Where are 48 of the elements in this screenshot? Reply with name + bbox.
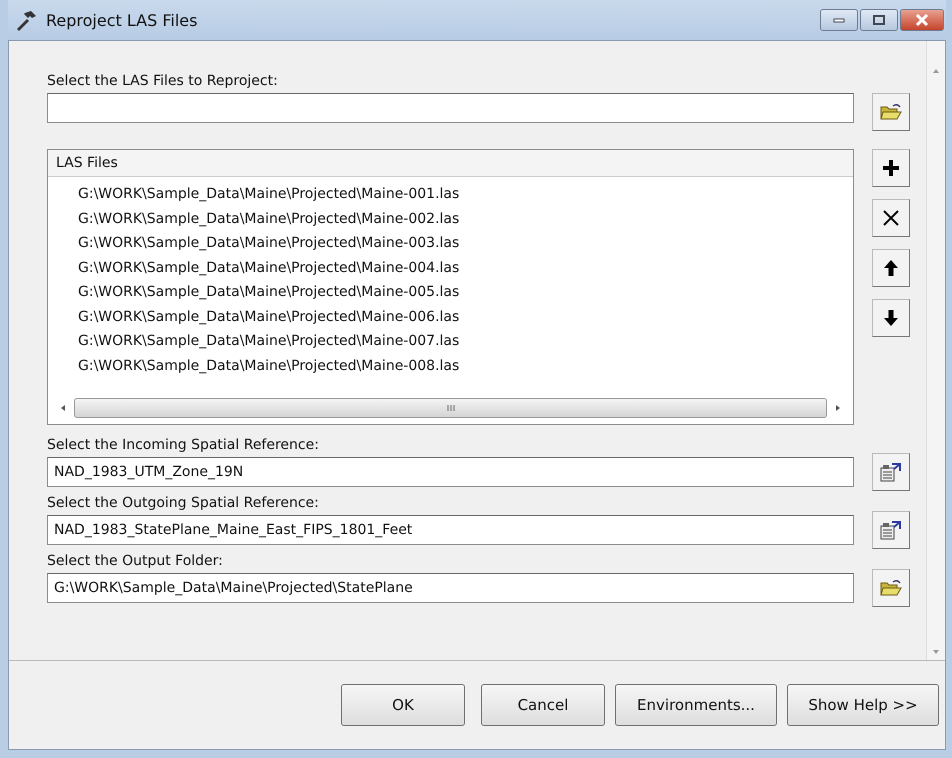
dialog-button[interactable]: Environments... xyxy=(615,684,777,726)
input-field[interactable] xyxy=(47,93,854,123)
field-label: Select the LAS Files to Reproject: xyxy=(47,72,279,91)
file-path[interactable]: G:\WORK\Sample_Data\Maine\Projected\Maine-006.las xyxy=(78,304,853,329)
spatial-reference-button[interactable] xyxy=(872,511,910,549)
field-label: Select the Outgoing Spatial Reference: xyxy=(47,494,320,513)
down-arrow-icon xyxy=(931,648,941,656)
input-field[interactable]: G:\WORK\Sample_Data\Maine\Projected\StatePlane xyxy=(47,573,854,603)
window-title: Reproject LAS Files xyxy=(46,10,198,30)
move-down-button[interactable] xyxy=(872,299,910,337)
input-field[interactable]: NAD_1983_UTM_Zone_19N xyxy=(47,457,854,487)
file-path[interactable]: G:\WORK\Sample_Data\Maine\Projected\Maine-002.las xyxy=(78,206,853,231)
folder-icon xyxy=(880,579,902,597)
properties-icon xyxy=(880,462,902,482)
add-button[interactable] xyxy=(872,149,910,187)
down-arrow-icon xyxy=(883,309,899,327)
grip-icon xyxy=(444,404,456,412)
close-button[interactable] xyxy=(900,9,944,31)
minimize-button[interactable] xyxy=(820,9,858,31)
properties-icon xyxy=(880,520,902,540)
up-arrow-icon xyxy=(931,67,941,75)
spatial-reference-button[interactable] xyxy=(872,453,910,491)
move-up-button[interactable] xyxy=(872,249,910,287)
up-arrow-icon xyxy=(883,259,899,277)
close-icon xyxy=(915,14,929,26)
field-label: Select the Output Folder: xyxy=(47,552,224,571)
file-path[interactable]: G:\WORK\Sample_Data\Maine\Projected\Maine-004.las xyxy=(78,256,853,280)
file-path[interactable]: G:\WORK\Sample_Data\Maine\Projected\Maine-005.las xyxy=(78,280,853,304)
browse-button[interactable] xyxy=(872,569,910,607)
file-path[interactable]: G:\WORK\Sample_Data\Maine\Projected\Maine-001.las xyxy=(78,182,853,206)
list-header: LAS Files xyxy=(48,150,853,177)
dialog-button[interactable]: Show Help >> xyxy=(787,684,939,726)
folder-icon xyxy=(880,103,902,121)
vertical-scrollbar[interactable] xyxy=(926,41,945,660)
dialog-button[interactable]: Cancel xyxy=(481,684,605,726)
maximize-icon xyxy=(873,15,885,25)
plus-icon xyxy=(882,159,900,177)
file-path[interactable]: G:\WORK\Sample_Data\Maine\Projected\Maine-007.las xyxy=(78,329,853,354)
file-path[interactable]: G:\WORK\Sample_Data\Maine\Projected\Maine-003.las xyxy=(78,231,853,256)
field-label: Select the Incoming Spatial Reference: xyxy=(47,436,320,455)
minimize-icon xyxy=(833,17,845,23)
dialog-button[interactable]: OK xyxy=(341,684,465,726)
browse-button[interactable] xyxy=(872,93,910,131)
remove-button[interactable] xyxy=(872,199,910,237)
maximize-button[interactable] xyxy=(860,9,898,31)
file-path[interactable]: G:\WORK\Sample_Data\Maine\Projected\Maine-008.las xyxy=(78,354,853,378)
input-field[interactable]: NAD_1983_StatePlane_Maine_East_FIPS_1801_Feet xyxy=(47,515,854,545)
x-icon xyxy=(882,209,900,227)
